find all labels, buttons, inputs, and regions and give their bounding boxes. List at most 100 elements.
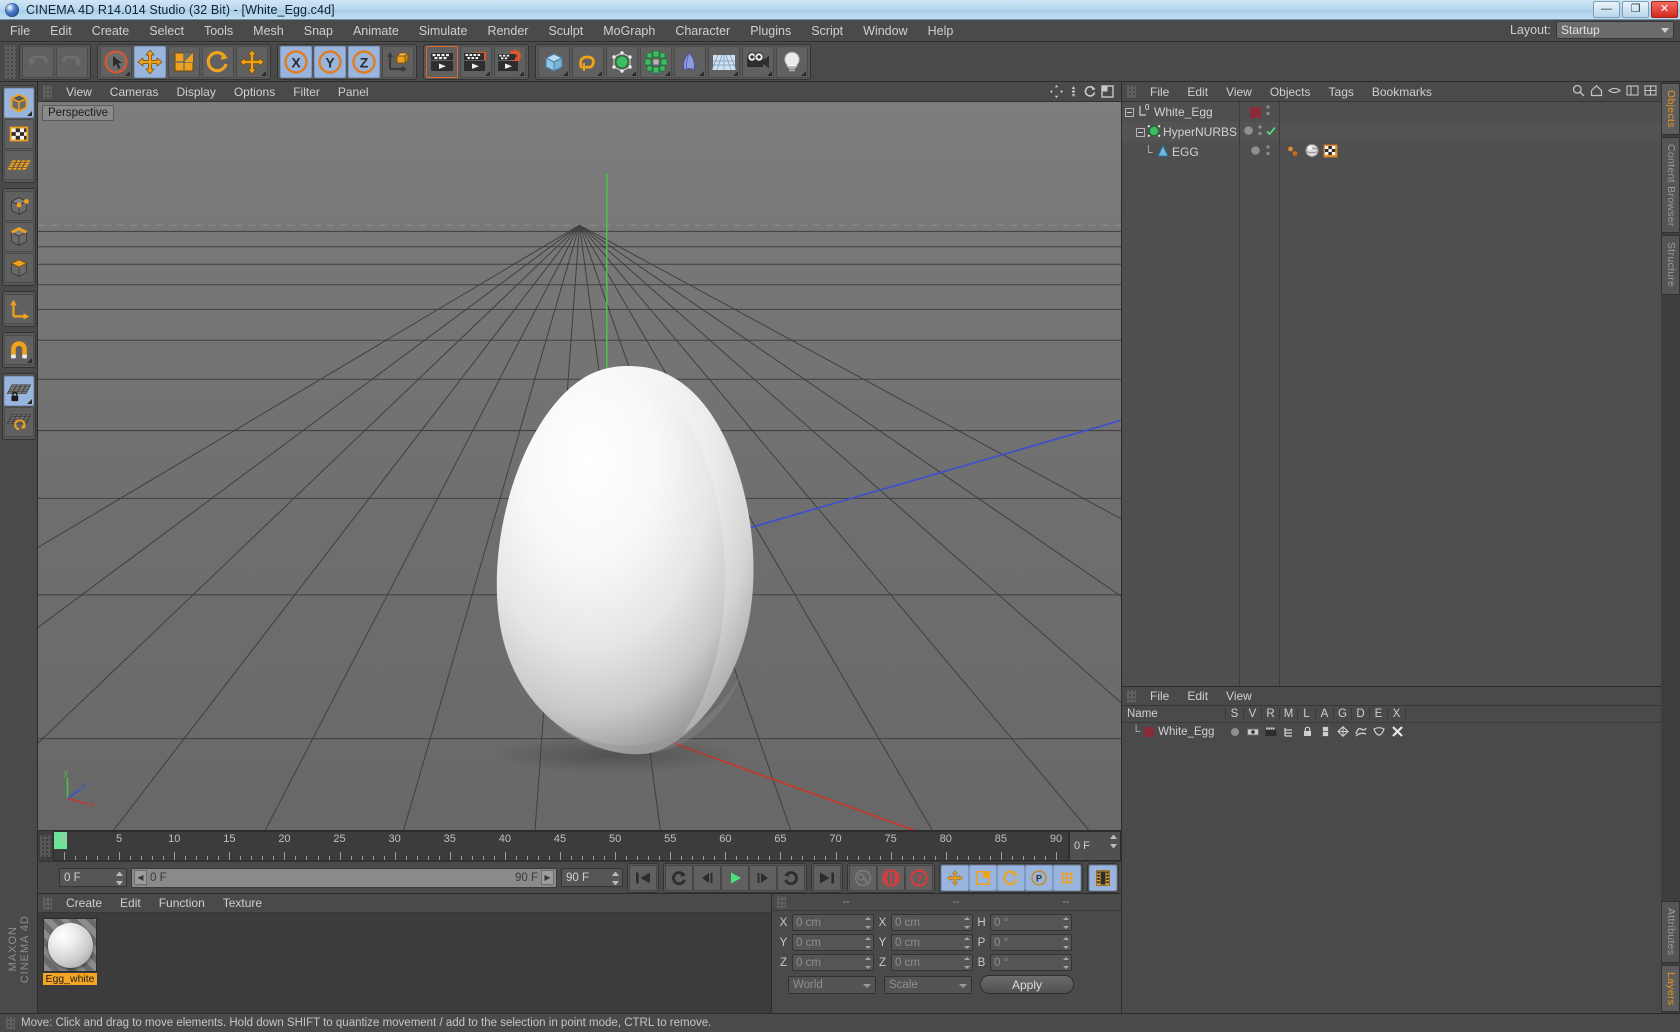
object-menu-bookmarks[interactable]: Bookmarks (1363, 82, 1441, 102)
object-row-egg[interactable]: └ EGG (1122, 142, 1239, 162)
stepper-icon[interactable] (964, 937, 970, 949)
menu-render[interactable]: Render (477, 20, 538, 42)
go-to-start-button[interactable] (629, 864, 657, 891)
z-axis-button[interactable]: Z (348, 45, 380, 78)
step-back-button[interactable] (693, 864, 721, 891)
maximize-button[interactable]: ❐ (1622, 1, 1649, 18)
apply-button[interactable]: Apply (980, 975, 1074, 994)
material-menu-texture[interactable]: Texture (214, 894, 271, 913)
menu-window[interactable]: Window (853, 20, 917, 42)
move-view-icon[interactable] (1050, 85, 1063, 98)
coordinate-mode-dropdown[interactable]: Scale (884, 975, 972, 994)
object-row-hypernurbs[interactable]: HyperNURBS (1122, 122, 1239, 142)
step-forward-button[interactable] (749, 864, 777, 891)
coord-input-rot-b[interactable]: 0 ° (990, 954, 1072, 971)
perspective-viewport[interactable]: Perspective y x z (38, 102, 1121, 830)
scale-button[interactable] (168, 45, 200, 78)
status-bar-grip[interactable] (6, 1017, 15, 1029)
layer-manager-icon[interactable] (1280, 727, 1298, 737)
timeline-grip[interactable] (40, 835, 51, 857)
object-enable-dot[interactable] (1250, 145, 1261, 159)
scale-key-button[interactable] (969, 864, 997, 891)
object-menu-objects[interactable]: Objects (1261, 82, 1320, 102)
layout-icon[interactable] (1626, 84, 1639, 100)
visibility-dots-icon[interactable] (1265, 104, 1270, 120)
stepper-icon[interactable] (612, 872, 619, 885)
menu-help[interactable]: Help (918, 20, 964, 42)
menu-character[interactable]: Character (665, 20, 740, 42)
edge-tab-structure[interactable]: Structure (1661, 235, 1680, 295)
menu-animate[interactable]: Animate (343, 20, 409, 42)
coordinate-system-dropdown[interactable]: World (788, 975, 876, 994)
layers-menu-file[interactable]: File (1141, 687, 1178, 706)
phong-tag-icon[interactable] (1286, 144, 1301, 161)
stepper-icon[interactable] (1110, 835, 1117, 848)
add-modeling-button[interactable] (640, 45, 672, 78)
stepper-icon[interactable] (865, 937, 871, 949)
timeline-ruler[interactable]: 0 5 10 15 20 25 30 35 40 45 50 55 60 65 70 75 80 85 90 (53, 831, 1069, 861)
minimize-button[interactable]: — (1593, 1, 1620, 18)
viewport-menubar-grip[interactable] (43, 84, 52, 99)
current-frame-input[interactable]: 0 F (59, 868, 127, 887)
object-tree[interactable]: 0 White_Egg HyperNURBS └ EGG (1122, 102, 1240, 686)
layer-generators-icon[interactable] (1334, 726, 1352, 737)
menu-snap[interactable]: Snap (294, 20, 343, 42)
range-right-arrow-icon[interactable]: ▶ (541, 870, 554, 885)
material-menu-function[interactable]: Function (150, 894, 214, 913)
coord-input-rot-h[interactable]: 0 ° (990, 914, 1072, 931)
keyframe-selection-button[interactable]: ? (905, 864, 933, 891)
expander-icon[interactable] (1125, 107, 1134, 117)
edge-tab-attributes[interactable]: Attributes (1661, 901, 1680, 963)
stepper-icon[interactable] (865, 957, 871, 969)
stepper-icon[interactable] (1063, 957, 1069, 969)
y-axis-button[interactable]: Y (314, 45, 346, 78)
object-menu-tags[interactable]: Tags (1320, 82, 1363, 102)
menu-mesh[interactable]: Mesh (243, 20, 294, 42)
edge-tab-objects[interactable]: Objects (1661, 83, 1680, 135)
move-alt-button[interactable] (236, 45, 268, 78)
scale-view-icon[interactable] (1067, 85, 1080, 98)
coord-input-pos-x[interactable]: 0 cm (792, 914, 874, 931)
coord-input-pos-y[interactable]: 0 cm (792, 934, 874, 951)
texture-mode-button[interactable] (3, 119, 34, 149)
eye-icon[interactable] (1608, 84, 1621, 100)
layers-col-g[interactable]: G (1334, 708, 1352, 720)
maximize-view-icon[interactable] (1101, 85, 1114, 98)
object-row-white-egg[interactable]: 0 White_Egg (1122, 102, 1239, 122)
material-menu-create[interactable]: Create (57, 894, 111, 913)
add-nurbs-button[interactable] (606, 45, 638, 78)
coord-input-size-x[interactable]: 0 cm (891, 914, 973, 931)
render-settings-button[interactable] (494, 45, 526, 78)
render-region-button[interactable] (460, 45, 492, 78)
viewport-menu-cameras[interactable]: Cameras (101, 82, 168, 102)
edge-tab-layers[interactable]: Layers (1661, 964, 1680, 1012)
visibility-dots-icon[interactable] (1258, 124, 1262, 140)
layers-col-v[interactable]: V (1244, 708, 1262, 720)
viewport-menu-options[interactable]: Options (225, 82, 284, 102)
grid-icon[interactable] (1644, 84, 1657, 100)
play-forwards-loop-button[interactable] (777, 864, 805, 891)
layers-col-l[interactable]: L (1298, 708, 1316, 720)
material-thumbnail[interactable] (43, 918, 97, 972)
edge-tab-content-browser[interactable]: Content Browser (1661, 136, 1680, 234)
layers-col-a[interactable]: A (1316, 708, 1334, 720)
object-menu-view[interactable]: View (1217, 82, 1261, 102)
world-coordinates-button[interactable] (382, 45, 414, 78)
texture-tag-icon[interactable] (1323, 144, 1338, 161)
search-icon[interactable] (1572, 84, 1585, 100)
timeline-toggle-button[interactable] (1089, 864, 1117, 891)
layer-lock-icon[interactable] (1298, 726, 1316, 737)
layer-color-swatch[interactable] (1144, 726, 1155, 737)
layer-animation-icon[interactable] (1316, 726, 1334, 737)
play-button[interactable] (721, 864, 749, 891)
menu-edit[interactable]: Edit (40, 20, 82, 42)
enable-snap-button[interactable] (3, 335, 34, 365)
redo-button[interactable] (56, 45, 88, 78)
material-list[interactable]: Egg_white (38, 913, 771, 1013)
menu-simulate[interactable]: Simulate (409, 20, 478, 42)
timeline-frame-field[interactable]: 0 F (1069, 831, 1121, 861)
edges-mode-button[interactable] (3, 222, 34, 252)
object-color-swatch[interactable] (1249, 106, 1261, 118)
layers-col-e[interactable]: E (1370, 708, 1388, 720)
material-item[interactable]: Egg_white (43, 918, 97, 985)
